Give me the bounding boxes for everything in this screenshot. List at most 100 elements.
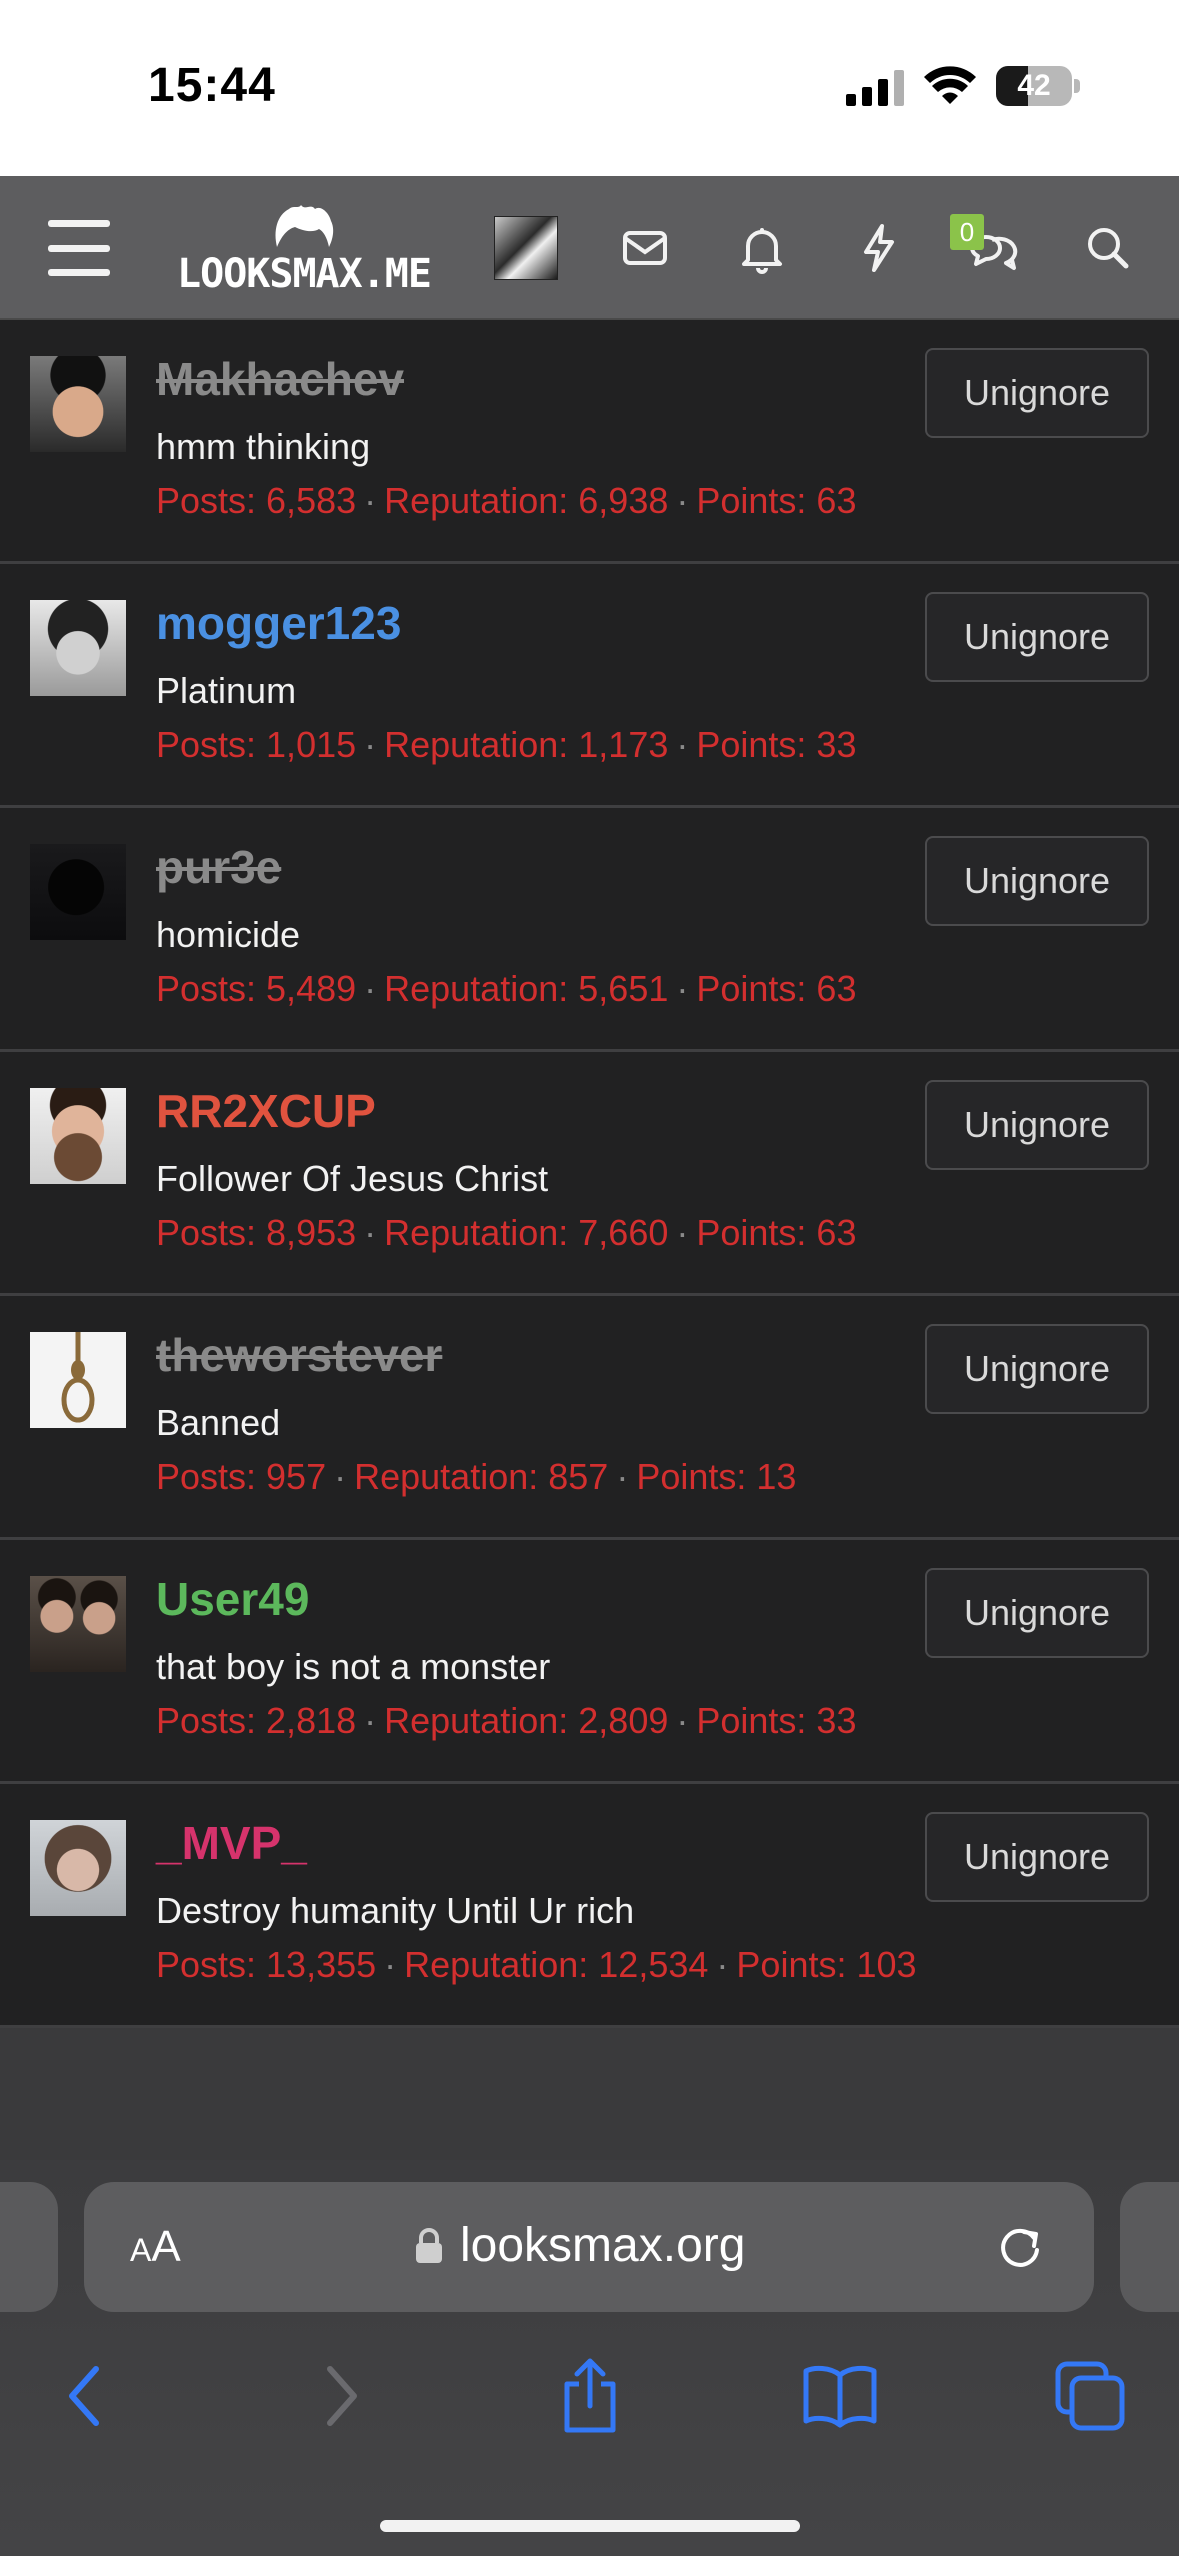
avatar[interactable] <box>30 356 126 452</box>
points-count: Points: 33 <box>696 1700 857 1741</box>
username[interactable]: Makhachev <box>156 352 404 406</box>
battery-percentage: 42 <box>1017 69 1051 102</box>
text-size-button[interactable]: AA <box>130 2222 181 2272</box>
book-icon <box>803 2365 877 2428</box>
unignore-button[interactable]: Unignore <box>925 836 1149 926</box>
list-item: theworstever Banned Posts: 957 · Reputatio… <box>0 1296 1179 1540</box>
share-button[interactable] <box>550 2356 630 2436</box>
list-item: pur3e homicide Posts: 5,489 · Reputation: … <box>0 808 1179 1052</box>
tabs-button[interactable] <box>1050 2356 1130 2436</box>
forward-button[interactable] <box>300 2356 380 2436</box>
user-stats: Posts: 1,015 · Reputation: 1,173 · Points: 3… <box>156 724 857 765</box>
posts-count: Posts: 5,489 <box>156 968 357 1009</box>
bookmarks-button[interactable] <box>800 2356 880 2436</box>
list-item: User49 that boy is not a monster Posts: … <box>0 1540 1179 1784</box>
username[interactable]: theworstever <box>156 1328 442 1382</box>
user-title: Banned <box>156 1402 281 1443</box>
username[interactable]: mogger123 <box>156 596 401 650</box>
bolt-icon[interactable] <box>848 218 908 278</box>
username[interactable]: RR2XCUP <box>156 1084 376 1138</box>
posts-count: Posts: 2,818 <box>156 1700 357 1741</box>
posts-count: Posts: 6,583 <box>156 480 357 521</box>
account-avatar[interactable] <box>494 216 558 280</box>
reputation-count: Reputation: 6,938 <box>384 480 669 521</box>
cellular-signal-icon <box>846 70 904 106</box>
posts-count: Posts: 8,953 <box>156 1212 357 1253</box>
posts-count: Posts: 1,015 <box>156 724 357 765</box>
search-icon[interactable] <box>1078 218 1138 278</box>
chevron-right-icon <box>327 2366 357 2426</box>
status-bar: 15:44 42 <box>0 0 1179 176</box>
avatar[interactable] <box>30 1332 126 1428</box>
status-time: 15:44 <box>148 59 276 112</box>
unignore-button[interactable]: Unignore <box>925 1324 1149 1414</box>
inbox-icon[interactable] <box>615 218 675 278</box>
username[interactable]: pur3e <box>156 840 281 894</box>
battery-icon: 42 <box>996 66 1080 106</box>
avatar[interactable] <box>30 1088 126 1184</box>
user-title: homicide <box>156 914 301 955</box>
next-tab-peek[interactable] <box>1120 2182 1179 2312</box>
user-stats: Posts: 13,355 · Reputation: 12,534 · Points:… <box>156 1944 917 1985</box>
noose-icon <box>61 1332 95 1423</box>
points-count: Points: 33 <box>696 724 857 765</box>
reputation-count: Reputation: 5,651 <box>384 968 669 1009</box>
chevron-left-icon <box>69 2366 99 2426</box>
user-stats: Posts: 2,818 · Reputation: 2,809 · Points: 3… <box>156 1700 857 1741</box>
points-count: Points: 13 <box>636 1456 797 1497</box>
points-count: Points: 103 <box>736 1944 917 1985</box>
bell-icon[interactable] <box>732 218 792 278</box>
user-stats: Posts: 5,489 · Reputation: 5,651 · Points: 6… <box>156 968 857 1009</box>
unignore-button[interactable]: Unignore <box>925 1812 1149 1902</box>
user-stats: Posts: 957 · Reputation: 857 · Points: 13 <box>156 1456 797 1497</box>
list-item: mogger123 Platinum Posts: 1,015 · Reputati… <box>0 564 1179 808</box>
user-title: that boy is not a monster <box>156 1646 551 1687</box>
avatar[interactable] <box>30 1820 126 1916</box>
share-icon <box>564 2358 616 2433</box>
user-title: Follower Of Jesus Christ <box>156 1158 549 1199</box>
conversations-badge: 0 <box>950 214 984 250</box>
username[interactable]: _MVP_ <box>156 1816 307 1870</box>
points-count: Points: 63 <box>696 968 857 1009</box>
user-title: Platinum <box>156 670 297 711</box>
reputation-count: Reputation: 7,660 <box>384 1212 669 1253</box>
logo-text: LOOKSMAX.ME <box>177 251 432 297</box>
unignore-button[interactable]: Unignore <box>925 348 1149 438</box>
reputation-count: Reputation: 2,809 <box>384 1700 669 1741</box>
points-count: Points: 63 <box>696 1212 857 1253</box>
unignore-button[interactable]: Unignore <box>925 592 1149 682</box>
home-indicator <box>380 2520 800 2532</box>
reputation-count: Reputation: 857 <box>354 1456 609 1497</box>
reputation-count: Reputation: 1,173 <box>384 724 669 765</box>
avatar[interactable] <box>30 1576 126 1672</box>
logo-hair-icon <box>275 205 334 247</box>
reload-icon[interactable] <box>994 2220 1046 2272</box>
user-stats: Posts: 8,953 · Reputation: 7,660 · Points: 6… <box>156 1212 857 1253</box>
avatar[interactable] <box>30 844 126 940</box>
list-item: _MVP_ Destroy humanity Until Ur rich Pos… <box>0 1784 1179 2028</box>
points-count: Points: 63 <box>696 480 857 521</box>
posts-count: Posts: 13,355 <box>156 1944 377 1985</box>
wifi-icon <box>924 66 976 104</box>
url-text[interactable]: looksmax.org <box>460 2218 745 2273</box>
username[interactable]: User49 <box>156 1572 309 1626</box>
site-logo[interactable]: LOOKSMAX.ME <box>164 198 444 302</box>
reputation-count: Reputation: 12,534 <box>404 1944 709 1985</box>
previous-tab-peek[interactable] <box>0 2182 58 2312</box>
browser-bottom-bar: AA looksmax.org <box>0 2160 1179 2556</box>
tabs-icon <box>1055 2361 1125 2431</box>
unignore-button[interactable]: Unignore <box>925 1080 1149 1170</box>
posts-count: Posts: 957 <box>156 1456 327 1497</box>
menu-icon[interactable] <box>46 220 112 276</box>
user-stats: Posts: 6,583 · Reputation: 6,938 · Points: 6… <box>156 480 857 521</box>
lock-icon <box>416 2227 442 2263</box>
unignore-button[interactable]: Unignore <box>925 1568 1149 1658</box>
list-item: Makhachev hmm thinking Posts: 6,583 · Repu… <box>0 320 1179 564</box>
back-button[interactable] <box>46 2356 126 2436</box>
address-bar[interactable]: AA looksmax.org <box>84 2182 1094 2312</box>
avatar[interactable] <box>30 600 126 696</box>
list-item: RR2XCUP Follower Of Jesus Christ Posts: … <box>0 1052 1179 1296</box>
site-header: LOOKSMAX.ME <box>0 176 1179 320</box>
user-title: Destroy humanity Until Ur rich <box>156 1890 635 1931</box>
ignored-users-list: Makhachev hmm thinking Posts: 6,583 · Repu… <box>0 320 1179 2028</box>
